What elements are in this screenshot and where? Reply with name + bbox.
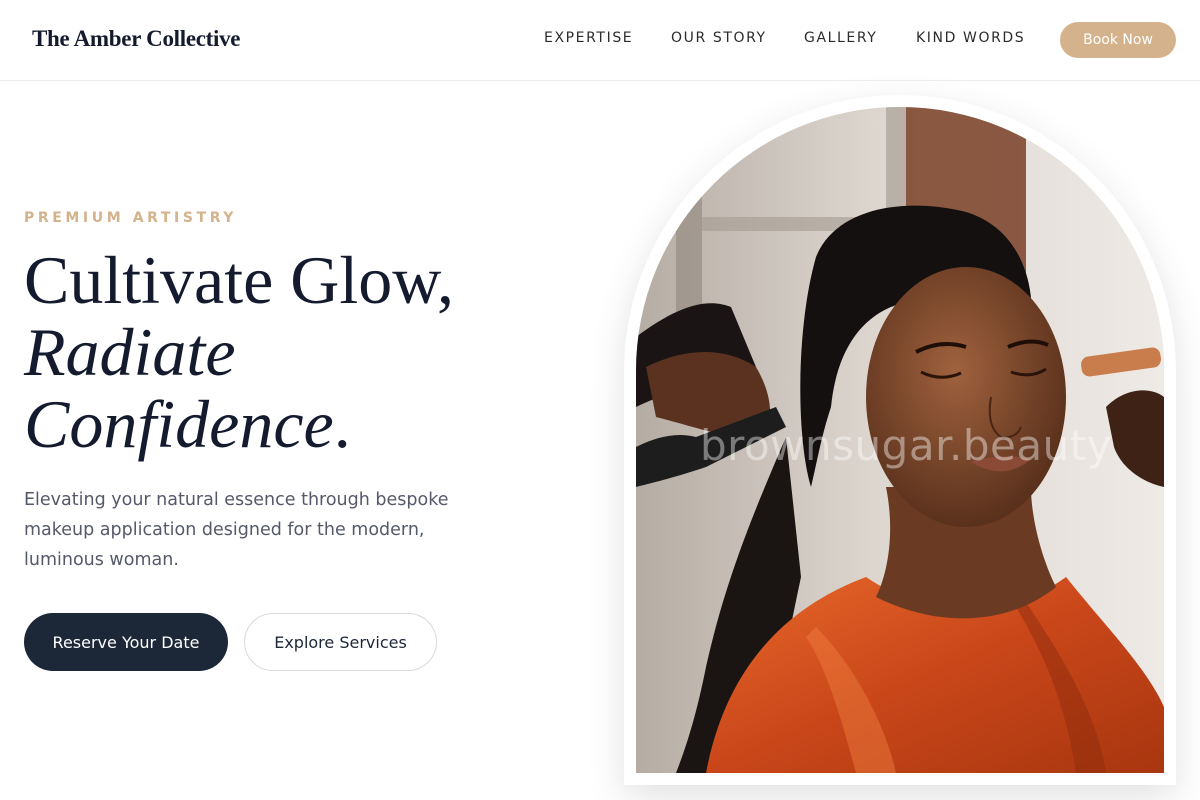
nav-link-expertise[interactable]: EXPERTISE (544, 30, 633, 46)
main-nav: EXPERTISE OUR STORY GALLERY KIND WORDS (0, 30, 1200, 50)
reserve-date-button[interactable]: Reserve Your Date (24, 613, 228, 671)
hero-headline: Cultivate Glow, Radiate Confidence. (24, 244, 584, 460)
book-now-button[interactable]: Book Now (1060, 22, 1176, 58)
hero-photo: brownsugar.beauty (636, 107, 1164, 773)
hero-eyebrow: PREMIUM ARTISTRY (24, 210, 238, 226)
headline-line-2: Radiate (24, 314, 236, 390)
hero-image-frame: brownsugar.beauty (624, 95, 1176, 785)
image-watermark: brownsugar.beauty (700, 421, 1113, 470)
headline-line-1: Cultivate Glow, (24, 242, 454, 318)
nav-link-our-story[interactable]: OUR STORY (671, 30, 767, 46)
explore-services-button[interactable]: Explore Services (244, 613, 437, 671)
nav-link-gallery[interactable]: GALLERY (804, 30, 877, 46)
headline-period: . (333, 386, 351, 462)
headline-line-3-wrap: Confidence. (24, 388, 584, 460)
headline-line-3: Confidence (24, 386, 334, 462)
hero-subtext: Elevating your natural essence through b… (24, 490, 449, 570)
headline-line-2-wrap: Radiate (24, 316, 584, 388)
site-header: The Amber Collective EXPERTISE OUR STORY… (0, 0, 1200, 81)
nav-link-kind-words[interactable]: KIND WORDS (916, 30, 1025, 46)
